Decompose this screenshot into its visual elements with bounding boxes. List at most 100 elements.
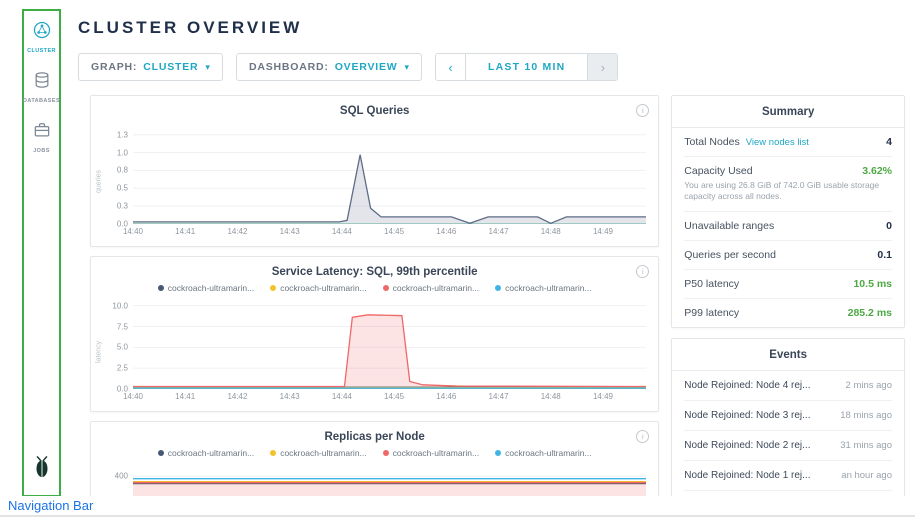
y-tick-label: 0.3 (117, 202, 128, 211)
sidebar-item-cluster[interactable]: CLUSTER (27, 20, 56, 54)
legend-item[interactable]: cockroach-ultramarin... (495, 283, 591, 293)
legend-label: cockroach-ultramarin... (168, 448, 254, 458)
summary-row-value: 285.2 ms (848, 307, 892, 319)
x-tick-label: 14:46 (436, 392, 456, 401)
event-message[interactable]: Node Rejoined: Node 4 rej... (684, 380, 837, 391)
graph-dropdown[interactable]: GRAPH: CLUSTER ▾ (78, 53, 223, 81)
y-axis-label: queries (93, 124, 105, 240)
x-tick-label: 14:45 (384, 392, 404, 401)
legend-item[interactable]: cockroach-ultramarin... (270, 283, 366, 293)
legend-item[interactable]: cockroach-ultramarin... (270, 448, 366, 458)
summary-title: Summary (672, 96, 904, 128)
event-row: Node Rejoined: Node 1 rej... an hour ago (684, 461, 892, 491)
annotation-caption: Navigation Bar (0, 496, 915, 517)
x-tick-label: 14:47 (489, 392, 509, 401)
jobs-icon (32, 120, 52, 145)
legend-label: cockroach-ultramarin... (280, 283, 366, 293)
sql-queries-chart: SQL Queries i queries 0.00.30.50.81.01.3… (90, 95, 659, 247)
x-tick-label: 14:45 (384, 227, 404, 236)
legend-item[interactable]: cockroach-ultramarin... (495, 448, 591, 458)
legend-item[interactable]: cockroach-ultramarin... (158, 448, 254, 458)
chevron-down-icon: ▾ (405, 62, 410, 73)
x-tick-label: 14:43 (280, 392, 300, 401)
events-panel: Events Node Rejoined: Node 4 rej... 2 mi… (671, 338, 905, 517)
summary-row-label: Queries per second (684, 249, 776, 261)
legend-dot-icon (495, 450, 501, 456)
dashboard-dropdown[interactable]: DASHBOARD: OVERVIEW ▾ (236, 53, 422, 81)
info-icon[interactable]: i (636, 265, 649, 278)
x-tick-label: 14:46 (436, 227, 456, 236)
y-tick-label: 7.5 (117, 322, 128, 331)
sidebar-item-label: CLUSTER (27, 48, 56, 54)
summary-row-value: 10.5 ms (853, 278, 892, 290)
sidebar-item-jobs[interactable]: JOBS (32, 120, 52, 154)
event-message[interactable]: Node Rejoined: Node 2 rej... (684, 440, 832, 451)
view-nodes-link[interactable]: View nodes list (746, 137, 809, 148)
summary-row-value: 3.62% (862, 165, 892, 177)
time-range-next-button[interactable]: › (587, 54, 617, 80)
page-title: CLUSTER OVERVIEW (78, 18, 905, 38)
legend-dot-icon (270, 450, 276, 456)
y-tick-label: 0.5 (117, 184, 128, 193)
sidebar-item-label: JOBS (33, 148, 50, 154)
legend-label: cockroach-ultramarin... (393, 283, 479, 293)
info-icon[interactable]: i (636, 430, 649, 443)
navigation-bar: CLUSTER DATABASES (24, 11, 59, 495)
x-tick-label: 14:42 (227, 392, 247, 401)
legend-dot-icon (158, 285, 164, 291)
sidebar-item-databases[interactable]: DATABASES (23, 70, 60, 104)
event-message[interactable]: Node Rejoined: Node 3 rej... (684, 410, 832, 421)
x-tick-label: 14:49 (593, 227, 613, 236)
chart-title: SQL Queries (113, 105, 636, 117)
time-range-label[interactable]: LAST 10 MIN (466, 54, 587, 80)
legend-item[interactable]: cockroach-ultramarin... (158, 283, 254, 293)
legend-item[interactable]: cockroach-ultramarin... (383, 448, 479, 458)
cockroachdb-logo-icon[interactable] (31, 454, 53, 485)
x-tick-label: 14:48 (541, 392, 561, 401)
cluster-icon (32, 20, 52, 45)
summary-row-label: P99 latency (684, 307, 739, 319)
summary-row: P99 latency 285.2 ms (684, 299, 892, 327)
summary-row-value: 4 (886, 136, 892, 148)
legend-label: cockroach-ultramarin... (505, 448, 591, 458)
y-tick-label: 0.8 (117, 166, 128, 175)
event-time: 2 mins ago (846, 380, 892, 391)
chart-title: Service Latency: SQL, 99th percentile (113, 266, 636, 278)
annotation-label: Navigation Bar (8, 498, 93, 513)
y-tick-label: 5.0 (117, 343, 128, 352)
time-range-selector: ‹ LAST 10 MIN › (435, 53, 618, 81)
y-tick-label: 1.0 (117, 148, 128, 157)
legend-label: cockroach-ultramarin... (393, 448, 479, 458)
content-area: SQL Queries i queries 0.00.30.50.81.01.3… (78, 95, 905, 517)
summary-row: Total Nodes View nodes list 4 (684, 128, 892, 157)
main-content: CLUSTER OVERVIEW GRAPH: CLUSTER ▾ DASHBO… (78, 0, 905, 497)
chart-legend: cockroach-ultramarin... cockroach-ultrama… (91, 448, 658, 458)
legend-label: cockroach-ultramarin... (168, 283, 254, 293)
charts-column: SQL Queries i queries 0.00.30.50.81.01.3… (90, 95, 659, 517)
summary-row: P50 latency 10.5 ms (684, 270, 892, 299)
event-time: 31 mins ago (840, 440, 892, 451)
summary-row: Queries per second 0.1 (684, 241, 892, 270)
y-tick-label: 400 (115, 472, 128, 481)
y-tick-label: 10.0 (112, 301, 128, 310)
event-time: 18 mins ago (840, 410, 892, 421)
events-title: Events (672, 339, 904, 371)
x-tick-label: 14:43 (280, 227, 300, 236)
legend-dot-icon (383, 450, 389, 456)
app-window: CLUSTER DATABASES (0, 0, 915, 517)
legend-dot-icon (270, 285, 276, 291)
x-tick-label: 14:40 (123, 227, 143, 236)
event-row: Node Rejoined: Node 4 rej... 2 mins ago (684, 371, 892, 401)
x-tick-label: 14:44 (332, 392, 352, 401)
legend-item[interactable]: cockroach-ultramarin... (383, 283, 479, 293)
event-time: an hour ago (841, 470, 892, 481)
x-tick-label: 14:41 (175, 227, 195, 236)
summary-row-label: Capacity Used (684, 165, 752, 177)
info-icon[interactable]: i (636, 104, 649, 117)
event-row: Node Rejoined: Node 2 rej... 31 mins ago (684, 431, 892, 461)
x-tick-label: 14:49 (593, 392, 613, 401)
event-message[interactable]: Node Rejoined: Node 1 rej... (684, 470, 833, 481)
x-tick-label: 14:41 (175, 392, 195, 401)
time-range-prev-button[interactable]: ‹ (436, 54, 466, 80)
sidebar-item-label: DATABASES (23, 98, 60, 104)
